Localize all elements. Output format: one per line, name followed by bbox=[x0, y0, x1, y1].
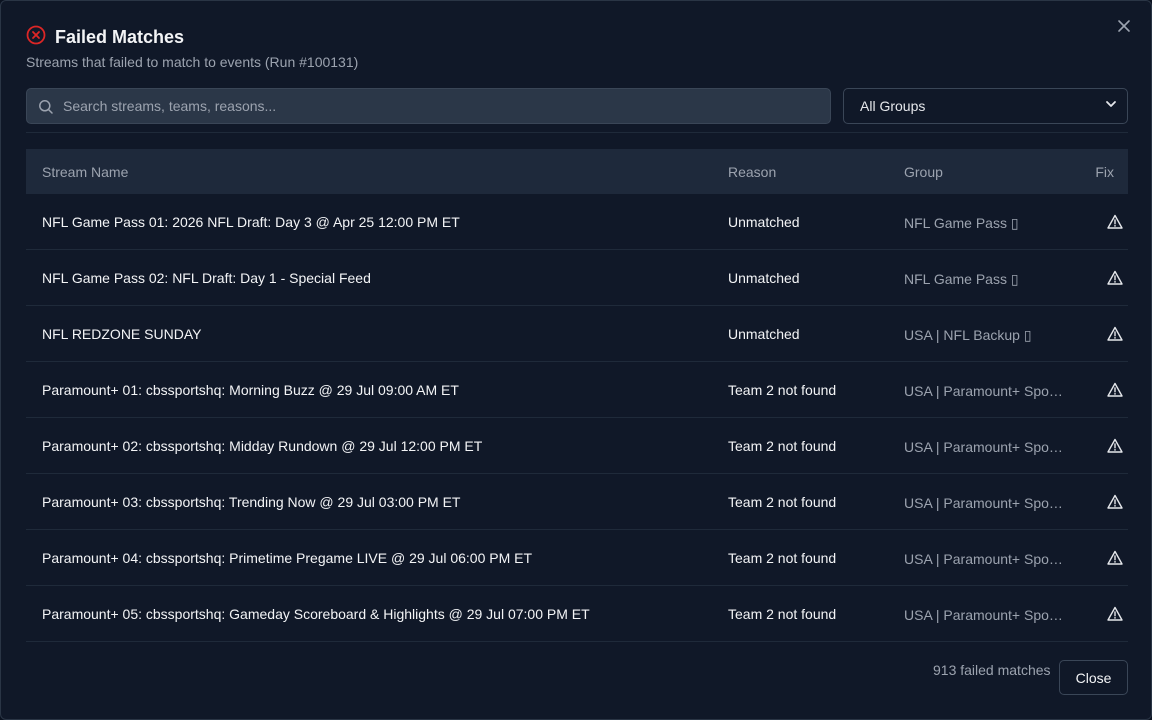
group-filter-select[interactable]: All Groups bbox=[843, 88, 1128, 124]
warning-triangle-icon[interactable] bbox=[1106, 493, 1124, 511]
warning-triangle-icon[interactable] bbox=[1106, 549, 1124, 567]
warning-triangle-icon[interactable] bbox=[1106, 381, 1124, 399]
table-row: Paramount+ 02: cbssportshq: Midday Rundo… bbox=[26, 418, 1128, 474]
stream-group: USA | Paramount+ Spo… bbox=[904, 551, 1063, 567]
table-row: NFL Game Pass 01: 2026 NFL Draft: Day 3 … bbox=[26, 194, 1128, 250]
stream-group: USA | Paramount+ Spo… bbox=[904, 495, 1063, 511]
table-row: Paramount+ 04: cbssportshq: Primetime Pr… bbox=[26, 530, 1128, 586]
warning-triangle-icon[interactable] bbox=[1106, 269, 1124, 287]
column-header-fix: Fix bbox=[1095, 163, 1114, 180]
warning-triangle-icon[interactable] bbox=[1106, 605, 1124, 623]
stream-name: Paramount+ 04: cbssportshq: Primetime Pr… bbox=[42, 550, 533, 566]
search-input[interactable] bbox=[27, 89, 830, 123]
failure-reason: Unmatched bbox=[728, 270, 800, 286]
table-body: NFL Game Pass 01: 2026 NFL Draft: Day 3 … bbox=[26, 194, 1128, 642]
failure-reason: Team 2 not found bbox=[728, 382, 837, 398]
column-header-stream-name[interactable]: Stream Name bbox=[42, 164, 128, 180]
stream-name: Paramount+ 01: cbssportshq: Morning Buzz… bbox=[42, 382, 459, 398]
stream-group: USA | NFL Backup ▯ bbox=[904, 327, 1032, 343]
column-header-reason[interactable]: Reason bbox=[728, 164, 776, 180]
dialog-header: Failed Matches bbox=[26, 25, 184, 50]
stream-name: NFL REDZONE SUNDAY bbox=[42, 326, 202, 342]
warning-triangle-icon[interactable] bbox=[1106, 213, 1124, 231]
chevron-down-icon bbox=[1105, 97, 1117, 115]
table-row: NFL REDZONE SUNDAY Unmatched USA | NFL Bac… bbox=[26, 306, 1128, 362]
stream-group: USA | Paramount+ Spo… bbox=[904, 607, 1063, 623]
table-row: NFL Game Pass 02: NFL Draft: Day 1 - Spe… bbox=[26, 250, 1128, 306]
failure-reason: Team 2 not found bbox=[728, 494, 837, 510]
warning-triangle-icon[interactable] bbox=[1106, 325, 1124, 343]
dialog-subtitle: Streams that failed to match to events (… bbox=[26, 54, 359, 70]
search-box bbox=[26, 88, 831, 124]
x-circle-icon bbox=[26, 25, 46, 50]
failed-count: 913 failed matches bbox=[933, 662, 1051, 678]
table-row: Paramount+ 01: cbssportshq: Morning Buzz… bbox=[26, 362, 1128, 418]
stream-name: Paramount+ 03: cbssportshq: Trending Now… bbox=[42, 494, 461, 510]
failure-reason: Unmatched bbox=[728, 326, 800, 342]
dialog-title: Failed Matches bbox=[55, 27, 185, 47]
column-header-group[interactable]: Group bbox=[904, 164, 943, 180]
stream-group: NFL Game Pass ▯ bbox=[904, 215, 1019, 231]
failed-matches-table: Stream Name Reason Group Fix NFL Game Pa… bbox=[26, 149, 1128, 642]
failure-reason: Unmatched bbox=[728, 214, 800, 230]
group-filter-value: All Groups bbox=[860, 98, 926, 114]
table-row: Paramount+ 05: cbssportshq: Gameday Scor… bbox=[26, 586, 1128, 642]
warning-triangle-icon[interactable] bbox=[1106, 437, 1124, 455]
table-header: Stream Name Reason Group Fix bbox=[26, 149, 1128, 194]
stream-name: NFL Game Pass 01: 2026 NFL Draft: Day 3 … bbox=[42, 214, 460, 230]
failure-reason: Team 2 not found bbox=[728, 606, 837, 622]
failure-reason: Team 2 not found bbox=[728, 550, 837, 566]
close-icon[interactable] bbox=[1115, 17, 1133, 35]
stream-group: USA | Paramount+ Spo… bbox=[904, 439, 1063, 455]
failed-matches-dialog: Failed Matches Streams that failed to ma… bbox=[0, 0, 1152, 720]
stream-group: NFL Game Pass ▯ bbox=[904, 271, 1019, 287]
stream-name: NFL Game Pass 02: NFL Draft: Day 1 - Spe… bbox=[42, 270, 371, 286]
divider bbox=[26, 132, 1128, 133]
stream-group: USA | Paramount+ Spo… bbox=[904, 383, 1063, 399]
stream-name: Paramount+ 02: cbssportshq: Midday Rundo… bbox=[42, 438, 483, 454]
close-button[interactable]: Close bbox=[1059, 660, 1128, 695]
failure-reason: Team 2 not found bbox=[728, 438, 837, 454]
table-row: Paramount+ 03: cbssportshq: Trending Now… bbox=[26, 474, 1128, 530]
stream-name: Paramount+ 05: cbssportshq: Gameday Scor… bbox=[42, 606, 590, 622]
